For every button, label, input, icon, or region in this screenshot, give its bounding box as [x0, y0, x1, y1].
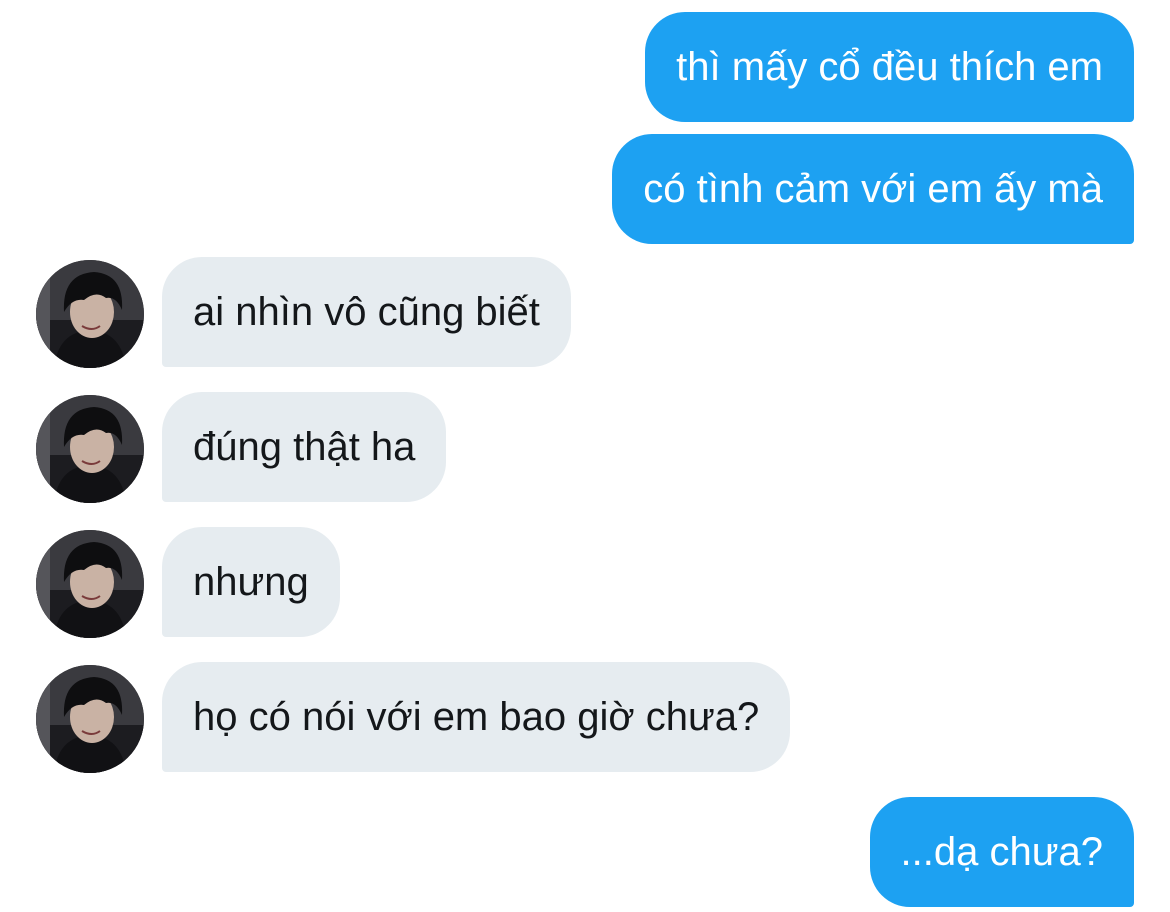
avatar-photo-icon: [36, 665, 144, 773]
contact-avatar[interactable]: [36, 530, 144, 638]
contact-avatar[interactable]: [36, 665, 144, 773]
sent-message-bubble[interactable]: ...dạ chưa?: [869, 797, 1134, 907]
received-message-bubble[interactable]: nhưng: [162, 527, 340, 637]
message-row-received: họ có nói với em bao giờ chưa?: [0, 662, 1170, 773]
contact-avatar[interactable]: [36, 395, 144, 503]
contact-avatar[interactable]: [36, 260, 144, 368]
received-message-bubble[interactable]: họ có nói với em bao giờ chưa?: [162, 662, 791, 772]
message-row-received: đúng thật ha: [0, 392, 1170, 503]
avatar-photo-icon: [36, 395, 144, 503]
message-row-received: nhưng: [0, 527, 1170, 638]
sent-message-bubble[interactable]: thì mấy cổ đều thích em: [645, 12, 1134, 122]
message-row-received: ai nhìn vô cũng biết: [0, 257, 1170, 368]
message-row-sent: thì mấy cổ đều thích em: [0, 12, 1170, 122]
avatar-photo-icon: [36, 260, 144, 368]
message-row-sent: ...dạ chưa?: [0, 797, 1170, 907]
avatar-photo-icon: [36, 530, 144, 638]
chat-thread: thì mấy cổ đều thích em có tình cảm với …: [0, 0, 1170, 912]
received-message-bubble[interactable]: đúng thật ha: [162, 392, 447, 502]
message-row-sent: có tình cảm với em ấy mà: [0, 134, 1170, 244]
received-message-bubble[interactable]: ai nhìn vô cũng biết: [162, 257, 571, 367]
sent-message-bubble[interactable]: có tình cảm với em ấy mà: [612, 134, 1134, 244]
